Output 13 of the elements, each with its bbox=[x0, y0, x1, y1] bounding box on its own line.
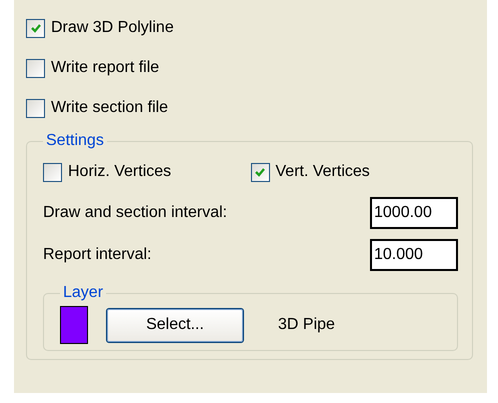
checkbox-label: Horiz. Vertices bbox=[68, 163, 172, 181]
layer-name: 3D Pipe bbox=[278, 316, 335, 334]
group-title: Settings bbox=[45, 132, 105, 150]
field-label: Report interval: bbox=[43, 246, 152, 264]
checkbox-label: Write section file bbox=[51, 99, 168, 117]
input-field[interactable]: 1000.00 bbox=[370, 197, 458, 229]
field-label: Draw and section interval: bbox=[43, 204, 228, 222]
input-field[interactable]: 10.000 bbox=[370, 239, 458, 271]
checkbox-label: Draw 3D Polyline bbox=[51, 19, 174, 37]
select-button[interactable]: Select... bbox=[106, 308, 244, 342]
checkbox-label: Write report file bbox=[51, 59, 160, 77]
checkbox-label: Vert. Vertices bbox=[276, 163, 370, 181]
group-title: Layer bbox=[62, 284, 104, 302]
